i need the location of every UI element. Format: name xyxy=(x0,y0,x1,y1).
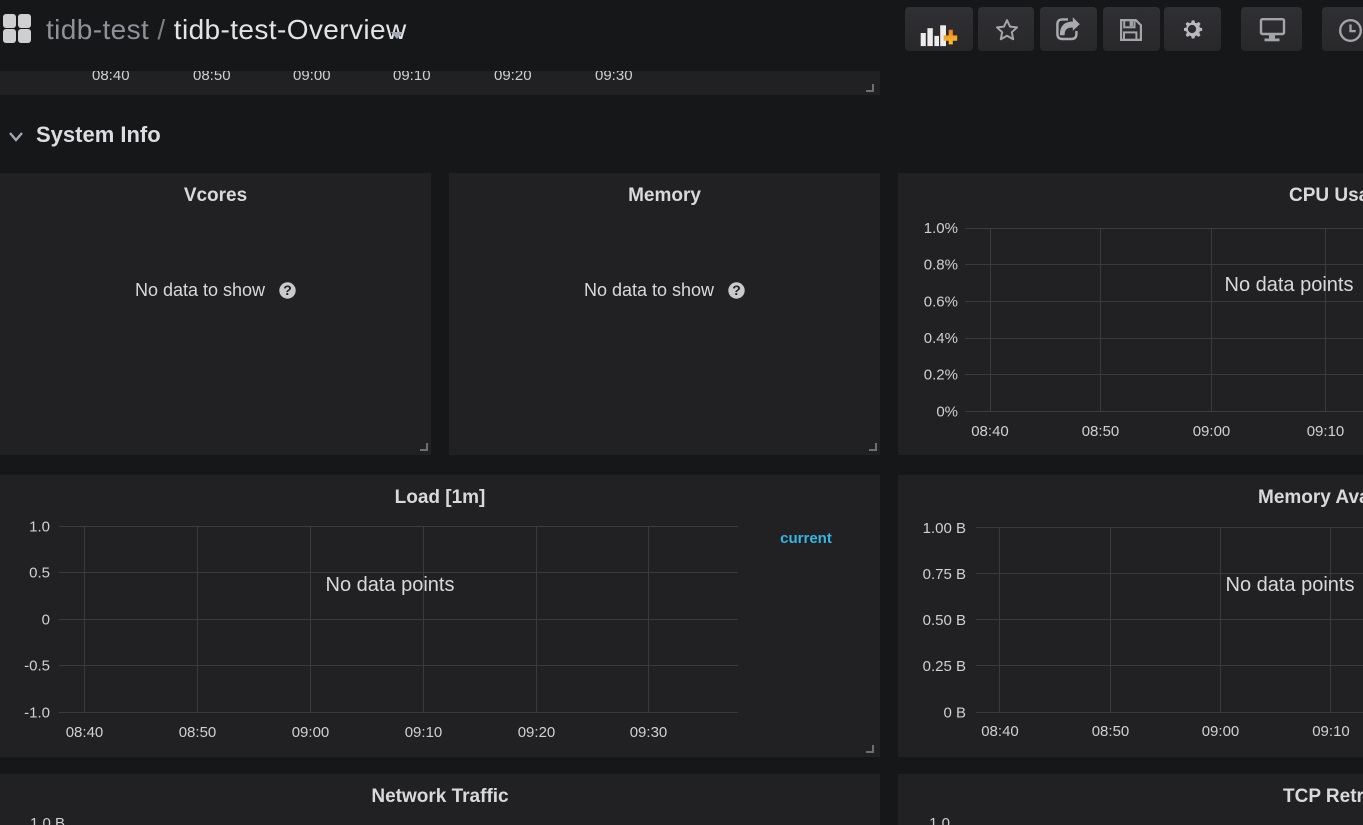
svg-text:current: current xyxy=(780,530,832,547)
svg-text:No data points: No data points xyxy=(1225,274,1354,296)
svg-text:08:50: 08:50 xyxy=(1082,423,1120,440)
svg-text:09:10: 09:10 xyxy=(1307,423,1345,440)
svg-text:0.2%: 0.2% xyxy=(924,367,958,384)
svg-text:0%: 0% xyxy=(936,404,958,421)
svg-text:08:50: 08:50 xyxy=(1092,723,1130,740)
svg-text:08:40: 08:40 xyxy=(981,723,1019,740)
svg-text:0.6%: 0.6% xyxy=(924,294,958,311)
svg-text:No data points: No data points xyxy=(1226,574,1355,596)
svg-text:-1.0: -1.0 xyxy=(24,705,50,722)
svg-text:09:00: 09:00 xyxy=(292,724,330,741)
svg-text:08:40: 08:40 xyxy=(971,423,1009,440)
svg-text:1.0%: 1.0% xyxy=(924,220,958,237)
svg-text:0.8%: 0.8% xyxy=(924,257,958,274)
svg-text:0.75 B: 0.75 B xyxy=(923,566,966,583)
svg-text:0.25 B: 0.25 B xyxy=(923,658,966,675)
svg-text:09:10: 09:10 xyxy=(1312,723,1350,740)
svg-text:?: ? xyxy=(283,282,292,298)
svg-text:-0.5: -0.5 xyxy=(24,658,50,675)
svg-text:1.0: 1.0 xyxy=(29,519,50,536)
svg-text:0: 0 xyxy=(42,612,50,629)
svg-text:0 B: 0 B xyxy=(943,705,966,722)
svg-text:0.4%: 0.4% xyxy=(924,330,958,347)
svg-text:No data points: No data points xyxy=(326,574,455,596)
svg-text:09:10: 09:10 xyxy=(405,724,443,741)
svg-text:08:40: 08:40 xyxy=(66,724,104,741)
svg-text:08:50: 08:50 xyxy=(179,724,217,741)
svg-text:09:30: 09:30 xyxy=(630,724,668,741)
svg-text:09:00: 09:00 xyxy=(1193,423,1231,440)
svg-text:1.00 B: 1.00 B xyxy=(923,520,966,537)
svg-text:09:20: 09:20 xyxy=(518,724,556,741)
svg-text:09:00: 09:00 xyxy=(1202,723,1240,740)
svg-text:0.50 B: 0.50 B xyxy=(923,612,966,629)
svg-text:?: ? xyxy=(732,282,741,298)
svg-text:0.5: 0.5 xyxy=(29,565,50,582)
